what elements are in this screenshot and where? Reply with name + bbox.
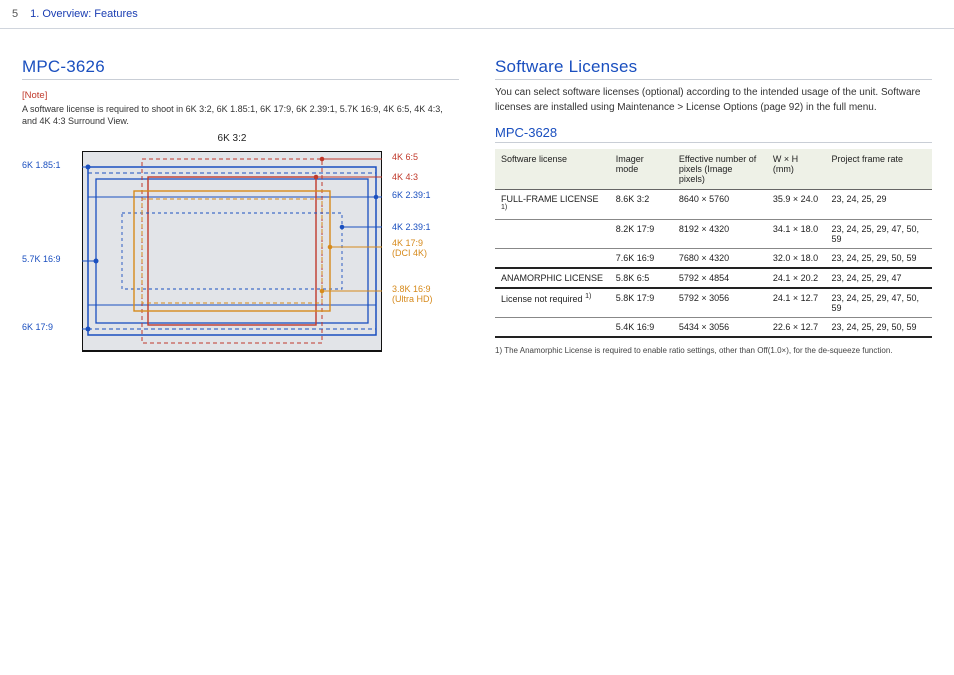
- table-cell: FULL-FRAME LICENSE 1): [495, 190, 610, 220]
- diagram-label: 5.7K 16:9: [22, 255, 61, 265]
- diagram-svg: [82, 151, 382, 361]
- diagram-label-sub: (DCI 4K): [392, 248, 427, 258]
- intro-paragraph: You can select software licenses (option…: [495, 86, 932, 115]
- table-cell: 5792 × 4854: [673, 268, 767, 288]
- col-pixels: Effective number of pixels (Image pixels…: [673, 149, 767, 190]
- diagram-label-sub: (Ultra HD): [392, 294, 433, 304]
- table-row: 7.6K 16:97680 × 432032.0 × 18.023, 24, 2…: [495, 249, 932, 269]
- table-cell: 8.6K 3:2: [610, 190, 673, 220]
- table-cell: 8192 × 4320: [673, 220, 767, 249]
- left-model-heading: MPC-3626: [22, 57, 459, 80]
- note-body: A software license is required to shoot …: [22, 103, 459, 127]
- table-cell: 22.6 × 12.7: [767, 318, 826, 338]
- table-row: License not required 1)5.8K 17:95792 × 3…: [495, 288, 932, 318]
- table-cell: 5434 × 3056: [673, 318, 767, 338]
- table-footnote: 1) The Anamorphic License is required to…: [495, 346, 932, 355]
- diagram-label: 6K 1.85:1: [22, 161, 61, 171]
- table-row: FULL-FRAME LICENSE 1)8.6K 3:28640 × 5760…: [495, 190, 932, 220]
- table-cell: 32.0 × 18.0: [767, 249, 826, 269]
- table-cell: 5.4K 16:9: [610, 318, 673, 338]
- table-cell: 35.9 × 24.0: [767, 190, 826, 220]
- table-cell: 5.8K 17:9: [610, 288, 673, 318]
- table-cell: 34.1 × 18.0: [767, 220, 826, 249]
- diagram-label-text: 4K 17:9: [392, 238, 423, 248]
- page-number: 5: [12, 8, 18, 20]
- col-framerate: Project frame rate: [825, 149, 932, 190]
- breadcrumb: 1. Overview: Features: [30, 8, 138, 20]
- right-column: Software Licenses You can select softwar…: [495, 57, 932, 375]
- table-row: 5.4K 16:95434 × 305622.6 × 12.723, 24, 2…: [495, 318, 932, 338]
- aspect-diagram: 6K 3:2: [22, 145, 442, 375]
- table-header-row: Software license Imager mode Effective n…: [495, 149, 932, 190]
- table-cell: [495, 249, 610, 269]
- diagram-label: 4K 17:9 (DCI 4K): [392, 239, 427, 259]
- table-row: 8.2K 17:98192 × 432034.1 × 18.023, 24, 2…: [495, 220, 932, 249]
- table-cell: [495, 220, 610, 249]
- table-cell: 23, 24, 25, 29, 50, 59: [825, 249, 932, 269]
- table-cell: 23, 24, 25, 29, 47: [825, 268, 932, 288]
- table-cell: 8640 × 5760: [673, 190, 767, 220]
- left-column: MPC-3626 [Note] A software license is re…: [22, 57, 459, 375]
- note-tag: [Note]: [22, 90, 459, 101]
- diagram-label: 3.8K 16:9 (Ultra HD): [392, 285, 433, 305]
- table-cell: ANAMORPHIC LICENSE: [495, 268, 610, 288]
- diagram-label: 4K 2.39:1: [392, 223, 431, 233]
- table-cell: 23, 24, 25, 29, 47, 50, 59: [825, 288, 932, 318]
- diagram-label: 4K 4:3: [392, 173, 418, 183]
- right-model-heading: MPC-3628: [495, 125, 932, 143]
- diagram-label: 4K 6:5: [392, 153, 418, 163]
- header-bar: 5 1. Overview: Features: [0, 0, 954, 29]
- table-row: ANAMORPHIC LICENSE5.8K 6:55792 × 485424.…: [495, 268, 932, 288]
- diagram-label-text: 3.8K 16:9: [392, 284, 431, 294]
- table-cell: 24.1 × 20.2: [767, 268, 826, 288]
- software-licenses-heading: Software Licenses: [495, 57, 932, 80]
- license-table-body: FULL-FRAME LICENSE 1)8.6K 3:28640 × 5760…: [495, 190, 932, 338]
- table-cell: 7.6K 16:9: [610, 249, 673, 269]
- table-cell: 23, 24, 25, 29, 50, 59: [825, 318, 932, 338]
- table-cell: License not required 1): [495, 288, 610, 318]
- table-cell: 23, 24, 25, 29: [825, 190, 932, 220]
- table-cell: 24.1 × 12.7: [767, 288, 826, 318]
- table-cell: 23, 24, 25, 29, 47, 50, 59: [825, 220, 932, 249]
- diagram-top-label: 6K 3:2: [218, 133, 247, 144]
- diagram-label: 6K 17:9: [22, 323, 53, 333]
- table-cell: 7680 × 4320: [673, 249, 767, 269]
- table-cell: [495, 318, 610, 338]
- col-wh: W × H (mm): [767, 149, 826, 190]
- col-imager: Imager mode: [610, 149, 673, 190]
- table-cell: 8.2K 17:9: [610, 220, 673, 249]
- diagram-label: 6K 2.39:1: [392, 191, 431, 201]
- table-cell: 5.8K 6:5: [610, 268, 673, 288]
- license-table: Software license Imager mode Effective n…: [495, 149, 932, 338]
- col-license: Software license: [495, 149, 610, 190]
- page-body: MPC-3626 [Note] A software license is re…: [0, 29, 954, 375]
- table-cell: 5792 × 3056: [673, 288, 767, 318]
